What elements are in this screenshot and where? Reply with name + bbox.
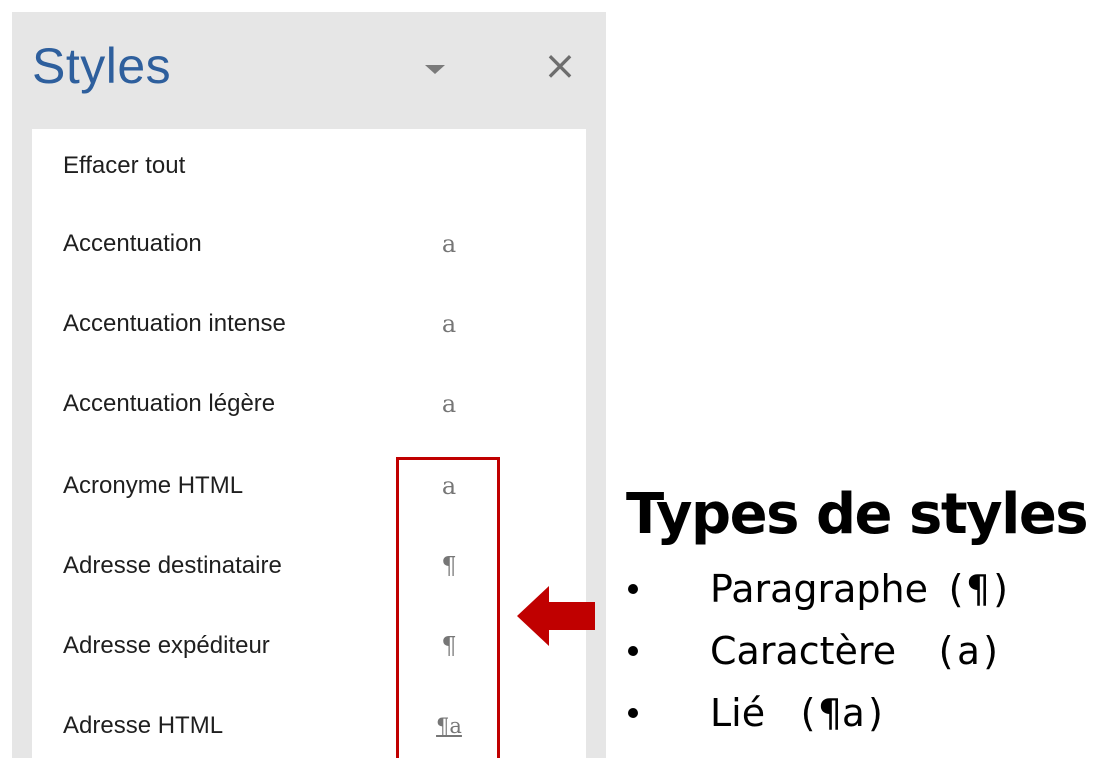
paragraph-style-icon: ¶ <box>441 552 457 580</box>
style-item-label: Adresse destinataire <box>63 552 282 579</box>
legend-item-label: Caractère <box>710 629 897 673</box>
character-style-icon: a <box>441 390 457 418</box>
style-item-label: Adresse HTML <box>63 712 224 739</box>
style-item[interactable]: Accentuation a <box>32 207 586 285</box>
style-item-clear-all[interactable]: Effacer tout <box>32 129 586 207</box>
paragraph-style-icon: ¶ <box>441 632 457 660</box>
style-item-label: Adresse expéditeur <box>63 632 270 659</box>
chevron-down-icon <box>425 64 445 74</box>
style-item-label: Accentuation intense <box>63 310 286 337</box>
slide-canvas: Styles × Effacer tout Accentuation a Acc… <box>0 0 1093 758</box>
legend-item-symbol: (¶) <box>944 567 1013 611</box>
close-icon: × <box>543 43 577 89</box>
legend-title: Types de styles <box>626 482 1089 547</box>
pane-title: Styles <box>32 38 172 94</box>
style-item-label: Accentuation <box>63 230 202 257</box>
style-item[interactable]: Accentuation légère a <box>32 367 586 445</box>
bullet-icon <box>628 708 638 718</box>
style-item[interactable]: Acronyme HTML a <box>32 449 586 527</box>
style-item[interactable]: Adresse HTML ¶a <box>32 689 586 758</box>
character-style-icon: a <box>441 310 457 338</box>
close-pane-button[interactable]: × <box>540 46 580 86</box>
legend-item-label: Lié <box>710 691 766 735</box>
style-item-label: Acronyme HTML <box>63 472 244 499</box>
bullet-icon <box>628 584 638 594</box>
style-item[interactable]: Adresse destinataire ¶ <box>32 529 586 607</box>
styles-list: Effacer tout Accentuation a Accentuation… <box>32 129 586 758</box>
linked-style-icon: ¶a <box>436 714 462 738</box>
style-item[interactable]: Accentuation intense a <box>32 287 586 365</box>
character-style-icon: a <box>441 472 457 500</box>
style-item-label: Effacer tout <box>63 152 186 179</box>
legend-item-symbol: (¶a) <box>796 691 888 735</box>
style-item-label: Accentuation légère <box>63 390 276 417</box>
legend-item-label: Paragraphe <box>710 567 929 611</box>
style-item[interactable]: Adresse expéditeur ¶ <box>32 609 586 687</box>
bullet-icon <box>628 646 638 656</box>
arrow-left-icon <box>517 586 595 646</box>
pane-options-button[interactable] <box>420 54 450 84</box>
character-style-icon: a <box>441 230 457 258</box>
styles-pane: Styles × Effacer tout Accentuation a Acc… <box>12 12 606 758</box>
legend-item-symbol: (a) <box>934 629 1003 673</box>
